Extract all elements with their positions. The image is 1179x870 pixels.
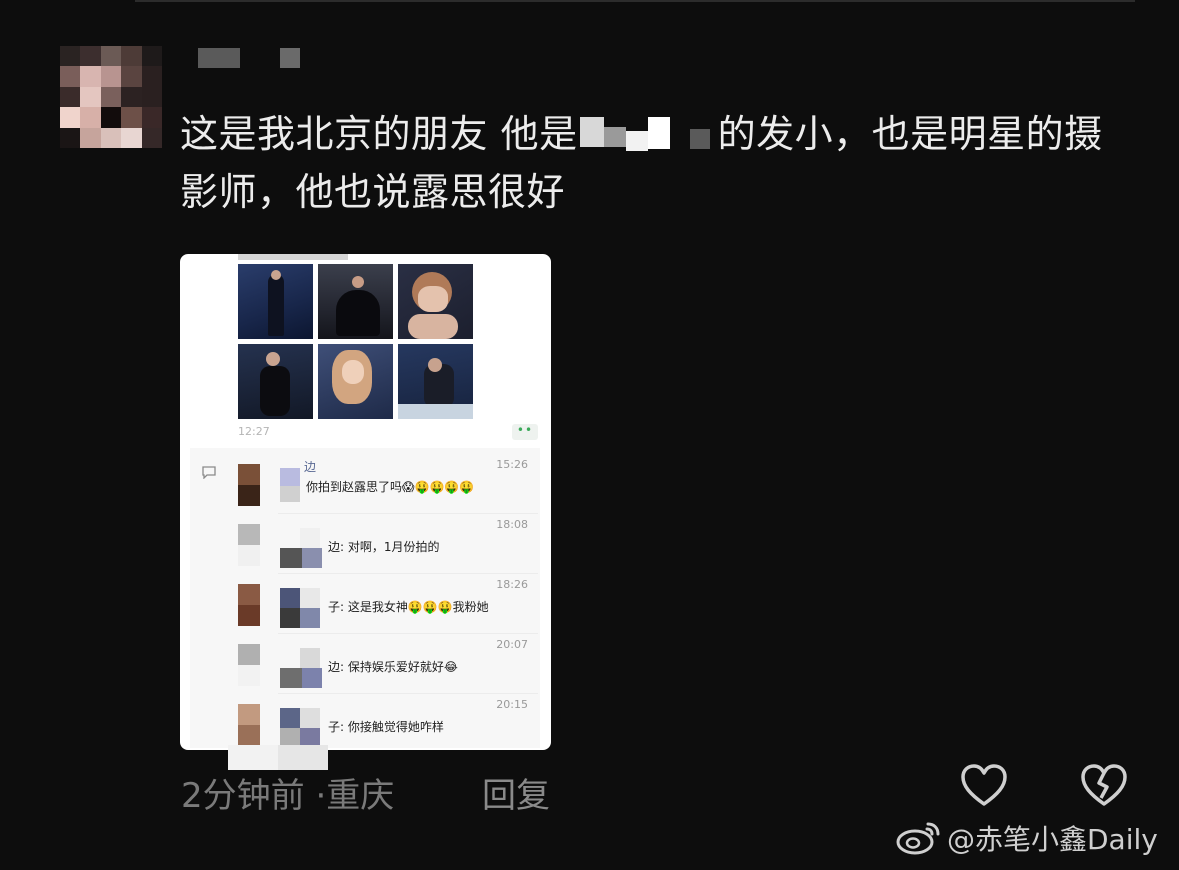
photo-timestamp: 12:27	[238, 425, 270, 438]
weibo-logo-icon	[895, 820, 941, 863]
comment-time: 20:15	[496, 698, 528, 711]
chat-comment-row[interactable]: 边: 对啊，1月份拍的 18:08	[228, 514, 538, 574]
comment-time: 18:08	[496, 518, 528, 531]
commenter-avatar	[238, 584, 260, 626]
comment-bubble-icon	[202, 466, 216, 483]
broken-heart-icon[interactable]	[1080, 764, 1128, 808]
photo-thumbnail[interactable]	[318, 264, 393, 339]
comment-time: 18:26	[496, 578, 528, 591]
comment-text: 边: 保持娱乐爱好就好😂	[328, 660, 458, 674]
redacted-mosaic	[228, 745, 328, 770]
redacted-name-mosaic	[578, 113, 718, 153]
photo-thumbnail[interactable]	[318, 344, 393, 419]
commenter-avatar	[238, 524, 260, 566]
embedded-screenshot[interactable]: 12:27 •• 边 你拍到赵露思了吗😱🤑🤑🤑🤑 15:26 边: 对啊，1月份…	[180, 254, 551, 750]
time-ago: 2分钟前	[181, 776, 305, 816]
comment-time: 15:26	[496, 458, 528, 471]
commenter-name-mosaic	[280, 528, 322, 568]
comment-text: 你拍到赵露思了吗😱🤑🤑🤑🤑	[306, 480, 475, 494]
meta-separator: ·	[315, 776, 327, 816]
commenter-avatar	[238, 704, 260, 746]
header-text-cropped	[238, 254, 348, 260]
chat-comment-row[interactable]: 边 你拍到赵露思了吗😱🤑🤑🤑🤑 15:26	[228, 454, 538, 514]
reply-button[interactable]: 回复	[482, 768, 550, 817]
photo-thumbnail[interactable]	[398, 344, 473, 419]
comment-text: 边: 对啊，1月份拍的	[328, 540, 440, 554]
photo-thumbnail[interactable]	[398, 264, 473, 339]
commenter-name-mosaic	[280, 708, 322, 748]
photo-thumbnail[interactable]	[238, 344, 313, 419]
heart-outline-icon[interactable]	[960, 764, 1008, 808]
comment-meta: 2分钟前 ·重庆	[181, 768, 394, 817]
commenter-name: 边	[304, 460, 317, 474]
chat-comment-row[interactable]: 子: 这是我女神🤑🤑🤑我粉她 18:26	[228, 574, 538, 634]
comment-screen: 这是我北京的朋友 他是 的发小，也是明星的摄影师，他也说露思很好 12:27 •…	[0, 0, 1179, 870]
chat-comment-row[interactable]: 边: 保持娱乐爱好就好😂 20:07	[228, 634, 538, 694]
photo-thumbnail[interactable]	[238, 264, 313, 339]
comment-time: 20:07	[496, 638, 528, 651]
username-redacted[interactable]	[198, 48, 303, 68]
location: 重庆	[326, 776, 395, 816]
commenter-avatar	[238, 464, 260, 506]
weibo-watermark: @赤笔小鑫Daily	[895, 818, 1158, 863]
avatar[interactable]	[60, 46, 162, 148]
comment-text: 这是我北京的朋友 他是 的发小，也是明星的摄影师，他也说露思很好	[180, 105, 1140, 221]
photo-grid	[238, 264, 474, 420]
commenter-avatar	[238, 644, 260, 686]
more-options-button[interactable]: ••	[512, 424, 538, 440]
top-divider	[135, 0, 1135, 2]
commenter-name-mosaic	[280, 588, 322, 628]
comment-text-part1: 这是我北京的朋友 他是	[180, 112, 578, 156]
comment-text: 子: 你接触觉得她咋样	[328, 720, 444, 734]
commenter-name-mosaic	[280, 648, 322, 688]
chat-comment-row[interactable]: 子: 你接触觉得她咋样 20:15	[228, 694, 528, 750]
comment-text: 子: 这是我女神🤑🤑🤑我粉她	[328, 600, 489, 614]
watermark-text: @赤笔小鑫Daily	[947, 823, 1158, 856]
